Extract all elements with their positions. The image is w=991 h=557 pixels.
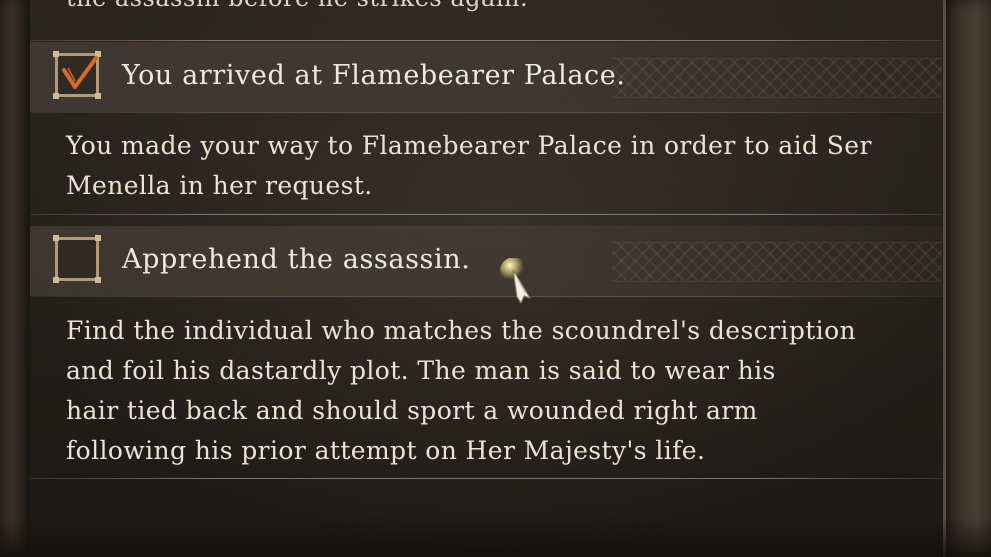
divider — [30, 112, 942, 113]
frame-right-edge — [943, 0, 991, 557]
description-line: and foil his dastardly plot. The man is … — [66, 356, 776, 385]
objective-checkbox-incomplete[interactable] — [53, 235, 101, 283]
quest-log-screen: the assassin before he strikes again. Yo… — [0, 0, 991, 557]
ornament-band — [612, 242, 942, 282]
objective-row-apprehend[interactable]: Apprehend the assassin. — [30, 226, 942, 296]
description-line: hair tied back and should sport a wounde… — [66, 396, 758, 425]
objective-row-arrived[interactable]: You arrived at Flamebearer Palace. — [30, 42, 942, 112]
objective-title: Apprehend the assassin. — [122, 244, 471, 275]
divider — [30, 296, 942, 297]
divider — [30, 214, 942, 215]
ornament-band — [612, 58, 942, 98]
description-line: following his prior attempt on Her Majes… — [66, 436, 706, 465]
description-line: You made your way to Flamebearer Palace … — [66, 131, 872, 160]
description-line: Find the individual who matches the scou… — [66, 316, 857, 345]
previous-objective-text: the assassin before he strikes again. — [66, 0, 528, 12]
objective-title: You arrived at Flamebearer Palace. — [122, 60, 626, 91]
checkmark-icon — [62, 56, 98, 89]
frame-left-edge — [0, 0, 30, 557]
description-line: Menella in her request. — [66, 171, 373, 200]
divider — [30, 478, 942, 479]
objective-description: Find the individual who matches the scou… — [66, 311, 856, 471]
divider — [30, 40, 942, 41]
objective-description: You made your way to Flamebearer Palace … — [66, 126, 872, 206]
frame-bottom-shadow — [0, 517, 991, 557]
objective-checkbox-completed[interactable] — [53, 51, 101, 99]
